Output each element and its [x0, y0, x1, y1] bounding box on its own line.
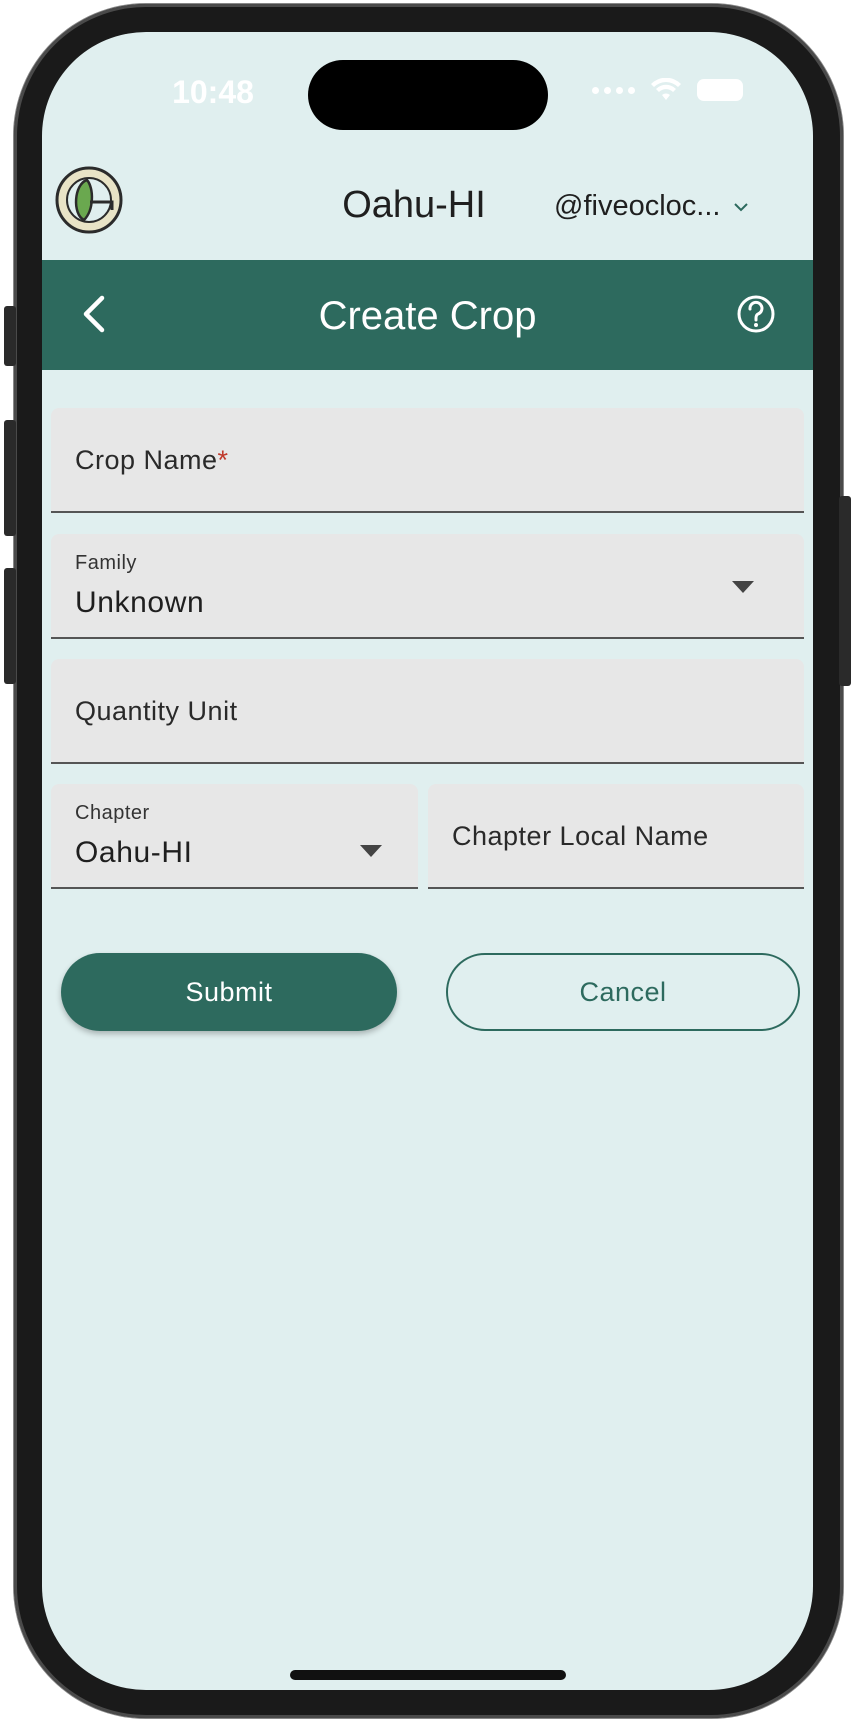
chapter-value: Oahu-HI: [75, 836, 193, 869]
family-value: Unknown: [75, 586, 205, 619]
family-label: Family: [75, 552, 137, 574]
status-time: 10:48: [172, 74, 254, 110]
chapter-label: Chapter: [75, 802, 150, 824]
home-indicator[interactable]: [290, 1670, 566, 1680]
power-button: [839, 496, 851, 686]
chapter-local-name-field[interactable]: Chapter Local Name: [428, 784, 804, 889]
cancel-button[interactable]: Cancel: [446, 953, 800, 1031]
logo[interactable]: [54, 162, 124, 238]
volume-up-button: [4, 420, 16, 536]
wifi-icon: [651, 78, 681, 100]
status-icons: [592, 78, 743, 102]
help-icon[interactable]: [736, 294, 776, 334]
screen: 10:48 Oahu-HI @fiveocloc... Create Crop: [42, 32, 813, 1690]
quantity-unit-label: Quantity Unit: [75, 696, 238, 726]
dropdown-arrow-icon: [360, 845, 382, 857]
quantity-unit-field[interactable]: Quantity Unit: [51, 659, 804, 764]
crop-name-label: Crop Name: [75, 445, 218, 475]
chapter-dropdown[interactable]: Chapter Oahu-HI: [51, 784, 418, 889]
family-dropdown[interactable]: Family Unknown: [51, 534, 804, 639]
dynamic-island: [308, 60, 548, 130]
submit-button[interactable]: Submit: [61, 953, 397, 1031]
required-mark: *: [217, 445, 229, 475]
battery-icon: [697, 79, 743, 101]
account-name: @fiveocloc...: [554, 190, 721, 222]
action-button: [4, 306, 16, 366]
crop-name-field[interactable]: Crop Name*: [51, 408, 804, 513]
chapter-local-name-label: Chapter Local Name: [452, 821, 709, 851]
page-title: Create Crop: [318, 294, 537, 338]
account-selector[interactable]: @fiveocloc...: [554, 190, 749, 223]
signal-icon: [592, 86, 635, 94]
dropdown-arrow-icon: [732, 581, 754, 593]
current-chapter: Oahu-HI: [342, 184, 486, 226]
volume-down-button: [4, 568, 16, 684]
chevron-down-icon: [734, 202, 749, 211]
